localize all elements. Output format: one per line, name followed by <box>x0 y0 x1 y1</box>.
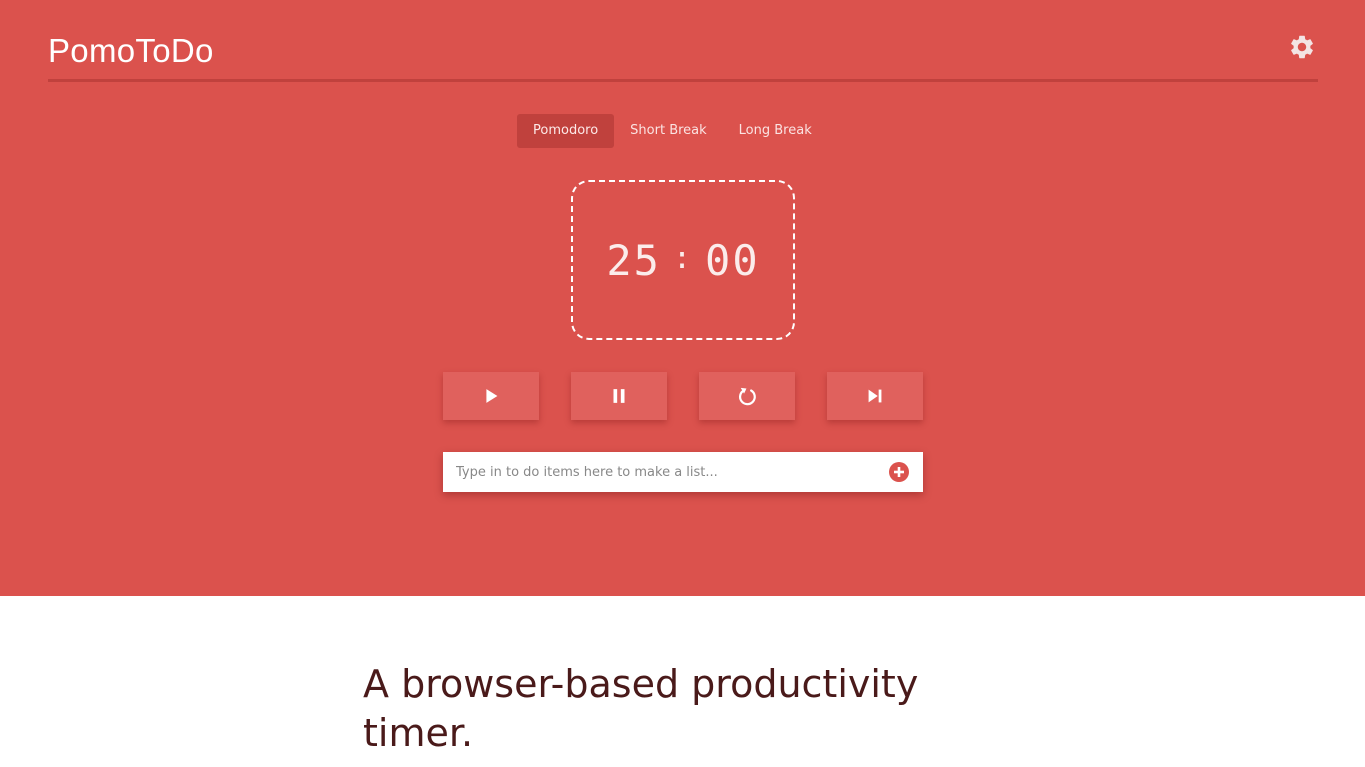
timer-separator: : <box>672 240 694 276</box>
pause-button[interactable] <box>571 372 667 420</box>
timer-seconds: 00 <box>705 235 760 285</box>
header: PomoToDo <box>48 0 1318 82</box>
start-button[interactable] <box>443 372 539 420</box>
plus-circle-icon <box>889 462 909 482</box>
brand-part1: Pomo <box>48 32 136 69</box>
play-icon <box>486 389 498 403</box>
hero-section: PomoToDo Pomodoro Short Break Long Break… <box>0 0 1365 596</box>
add-todo-button[interactable] <box>889 462 909 482</box>
skip-button[interactable] <box>827 372 923 420</box>
tab-pomodoro[interactable]: Pomodoro <box>517 114 615 148</box>
skip-icon <box>868 389 882 403</box>
brand-logo[interactable]: PomoToDo <box>48 31 214 71</box>
tab-short-break[interactable]: Short Break <box>614 114 723 148</box>
reset-button[interactable] <box>699 372 795 420</box>
tab-long-break[interactable]: Long Break <box>723 114 828 148</box>
timer-display: 25 : 00 <box>571 180 795 340</box>
pause-icon <box>613 389 625 403</box>
reset-icon <box>739 387 756 406</box>
todo-input-box <box>443 452 923 492</box>
brand-part2: ToDo <box>135 32 214 69</box>
timer-readout: 25 : 00 <box>573 182 793 338</box>
timer-minutes: 25 <box>606 235 661 285</box>
tagline: A browser-based productivity timer. <box>363 662 919 755</box>
todo-input[interactable] <box>443 452 883 492</box>
gear-icon[interactable] <box>1288 33 1316 61</box>
mode-tabs: Pomodoro Short Break Long Break <box>517 114 828 148</box>
